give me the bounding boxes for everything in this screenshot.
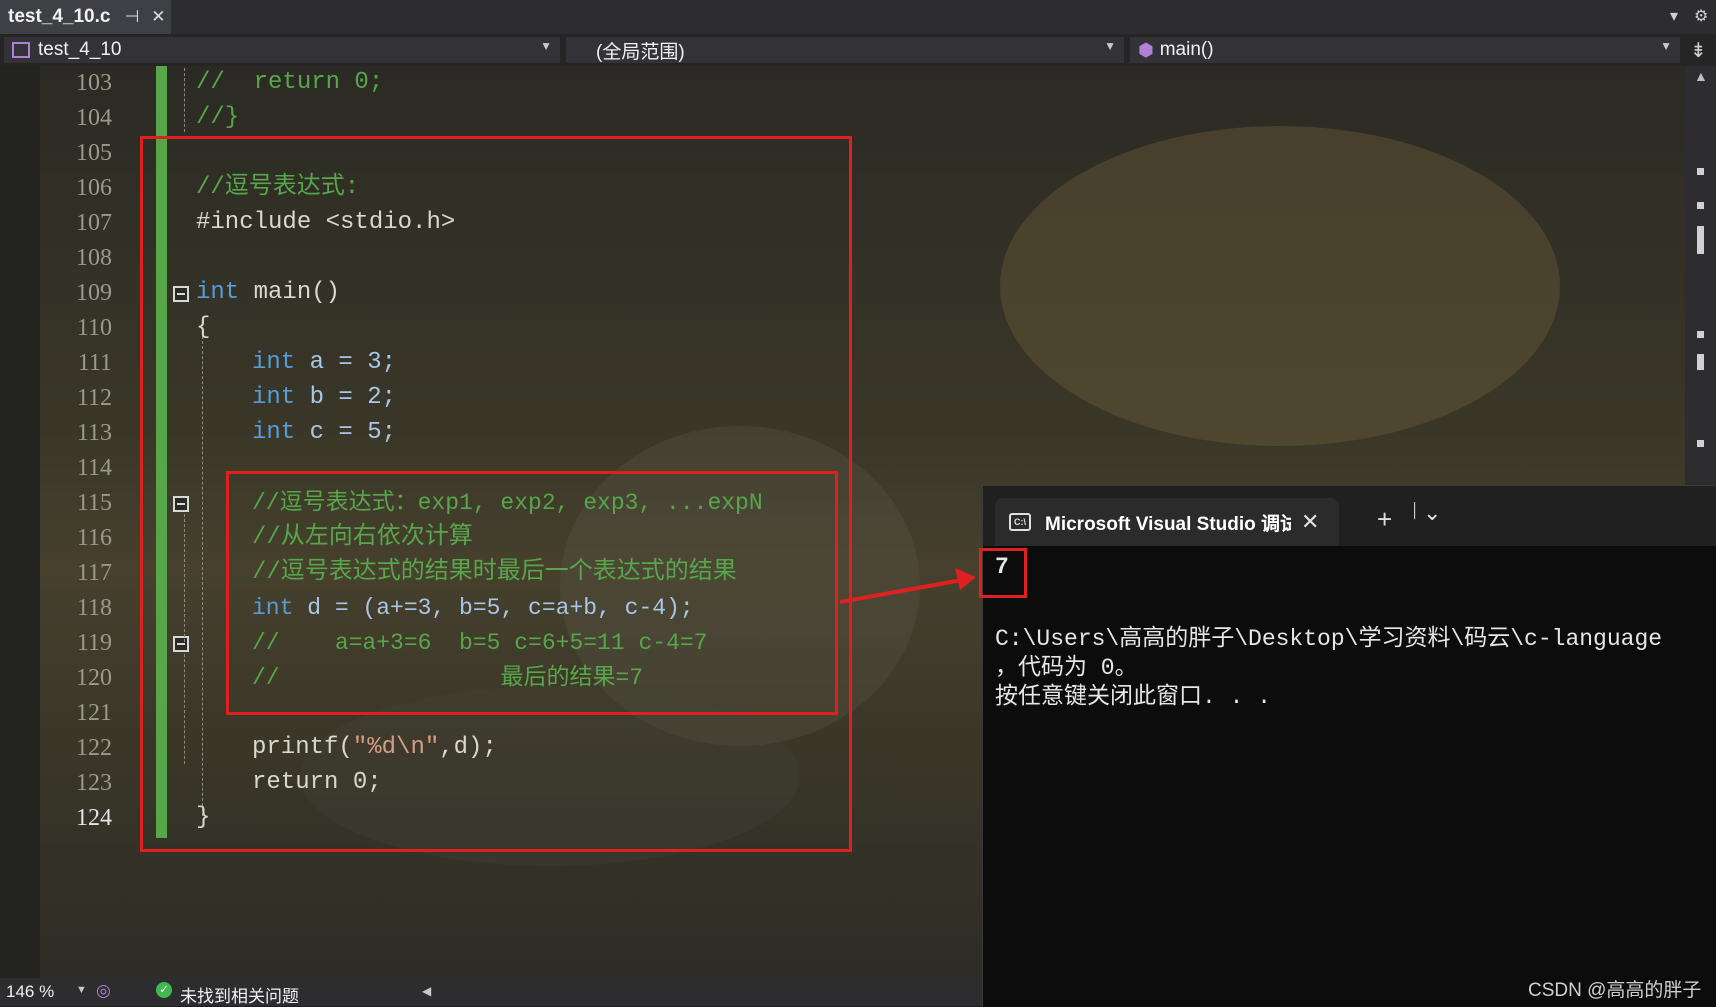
scope-dropdown[interactable]: (全局范围) ▼ [566, 37, 1124, 63]
divider: │ [1411, 502, 1420, 518]
scroll-left-icon[interactable]: ◀ [422, 984, 431, 998]
project-name: test_4_10 [38, 39, 122, 60]
scroll-marker [1697, 440, 1704, 447]
line-number: 119 [76, 630, 112, 656]
line-number: 113 [76, 420, 112, 446]
line-number: 122 [76, 735, 112, 761]
line-number: 108 [76, 245, 112, 271]
line-number: 103 [76, 70, 112, 96]
current-line-number: 124 [76, 805, 112, 831]
chevron-down-icon[interactable]: ▼ [76, 984, 87, 996]
terminal-prompt-line: 按任意键关闭此窗口. . . [995, 684, 1272, 710]
code-line: // return 0; [196, 69, 384, 96]
debug-console-window[interactable]: C:\ Microsoft Visual Studio 调试控制台 ✕ + │ … [979, 485, 1716, 1007]
line-number: 117 [76, 560, 112, 586]
line-number: 105 [76, 140, 112, 166]
highlight-box-comma-expression [226, 471, 838, 715]
line-number: 118 [76, 595, 112, 621]
project-dropdown[interactable]: test_4_10 ▼ [4, 37, 560, 63]
gear-icon[interactable]: ⚙ [1694, 6, 1708, 26]
line-number: 104 [76, 105, 112, 131]
split-icon[interactable]: ⇟ [1690, 38, 1707, 63]
terminal-tab[interactable]: C:\ Microsoft Visual Studio 调试控制台 ✕ [995, 498, 1339, 546]
line-number: 116 [76, 525, 112, 551]
scroll-marker [1697, 202, 1704, 209]
scroll-marker [1697, 226, 1704, 254]
scroll-marker [1697, 168, 1704, 175]
new-tab-button[interactable]: + [1377, 504, 1392, 535]
function-dropdown[interactable]: ⬢ main() ▼ [1130, 37, 1680, 63]
console-icon: C:\ [1009, 513, 1031, 531]
scroll-marker [1697, 331, 1704, 338]
scroll-up-icon[interactable]: ▲ [1694, 68, 1708, 84]
terminal-tab-title: Microsoft Visual Studio 调试控制台 [1045, 513, 1291, 535]
fold-guide [184, 68, 185, 132]
watermark: CSDN @高高的胖子 [1528, 980, 1702, 1001]
document-tab-filename: test_4_10.c [8, 6, 111, 27]
line-number: 115 [76, 490, 112, 516]
chevron-down-icon[interactable]: ⌄ [1423, 500, 1441, 526]
terminal-tab-bar: C:\ Microsoft Visual Studio 调试控制台 ✕ + │ … [983, 486, 1716, 546]
line-number: 111 [77, 350, 112, 376]
chevron-down-icon[interactable]: ▾ [1670, 6, 1678, 26]
line-number: 110 [76, 315, 112, 341]
line-number: 123 [76, 770, 112, 796]
close-icon[interactable]: ✕ [151, 7, 165, 27]
line-number: 120 [76, 665, 112, 691]
editor-left-margin [0, 66, 40, 978]
line-number: 106 [76, 175, 112, 201]
scroll-marker [1697, 354, 1704, 370]
line-number: 107 [76, 210, 112, 236]
document-tab[interactable]: test_4_10.c ⊣ ✕ [0, 0, 171, 34]
background-art [1000, 126, 1560, 446]
function-name: main() [1159, 39, 1214, 60]
pin-icon[interactable]: ⊣ [124, 7, 139, 27]
code-line: //} [196, 104, 240, 131]
line-number: 114 [76, 455, 112, 481]
chevron-down-icon: ▼ [1104, 39, 1116, 53]
zoom-level[interactable]: 146 % [6, 982, 54, 1002]
chevron-down-icon: ▼ [540, 39, 552, 53]
line-number: 121 [76, 700, 112, 726]
output-highlight-box [979, 548, 1027, 598]
line-number: 109 [76, 280, 112, 306]
intellicode-icon[interactable]: ◎ [96, 981, 111, 1001]
close-icon[interactable]: ✕ [1301, 509, 1319, 535]
issues-status[interactable]: 未找到相关问题 [180, 982, 299, 1007]
editor-status-bar: 146 % ▼ ◎ ✓ 未找到相关问题 ◀ [0, 978, 982, 1006]
chevron-down-icon: ▼ [1660, 39, 1672, 53]
check-icon: ✓ [156, 982, 172, 998]
document-tab-bar: test_4_10.c ⊣ ✕ ▾ ⚙ [0, 0, 1716, 34]
cube-icon: ⬢ [1138, 39, 1154, 60]
navigation-bar: test_4_10 ▼ (全局范围) ▼ ⬢ main() ▼ ⇟ [0, 34, 1716, 67]
project-icon [12, 42, 30, 58]
scope-label: (全局范围) [596, 41, 685, 63]
line-number: 112 [76, 385, 112, 411]
